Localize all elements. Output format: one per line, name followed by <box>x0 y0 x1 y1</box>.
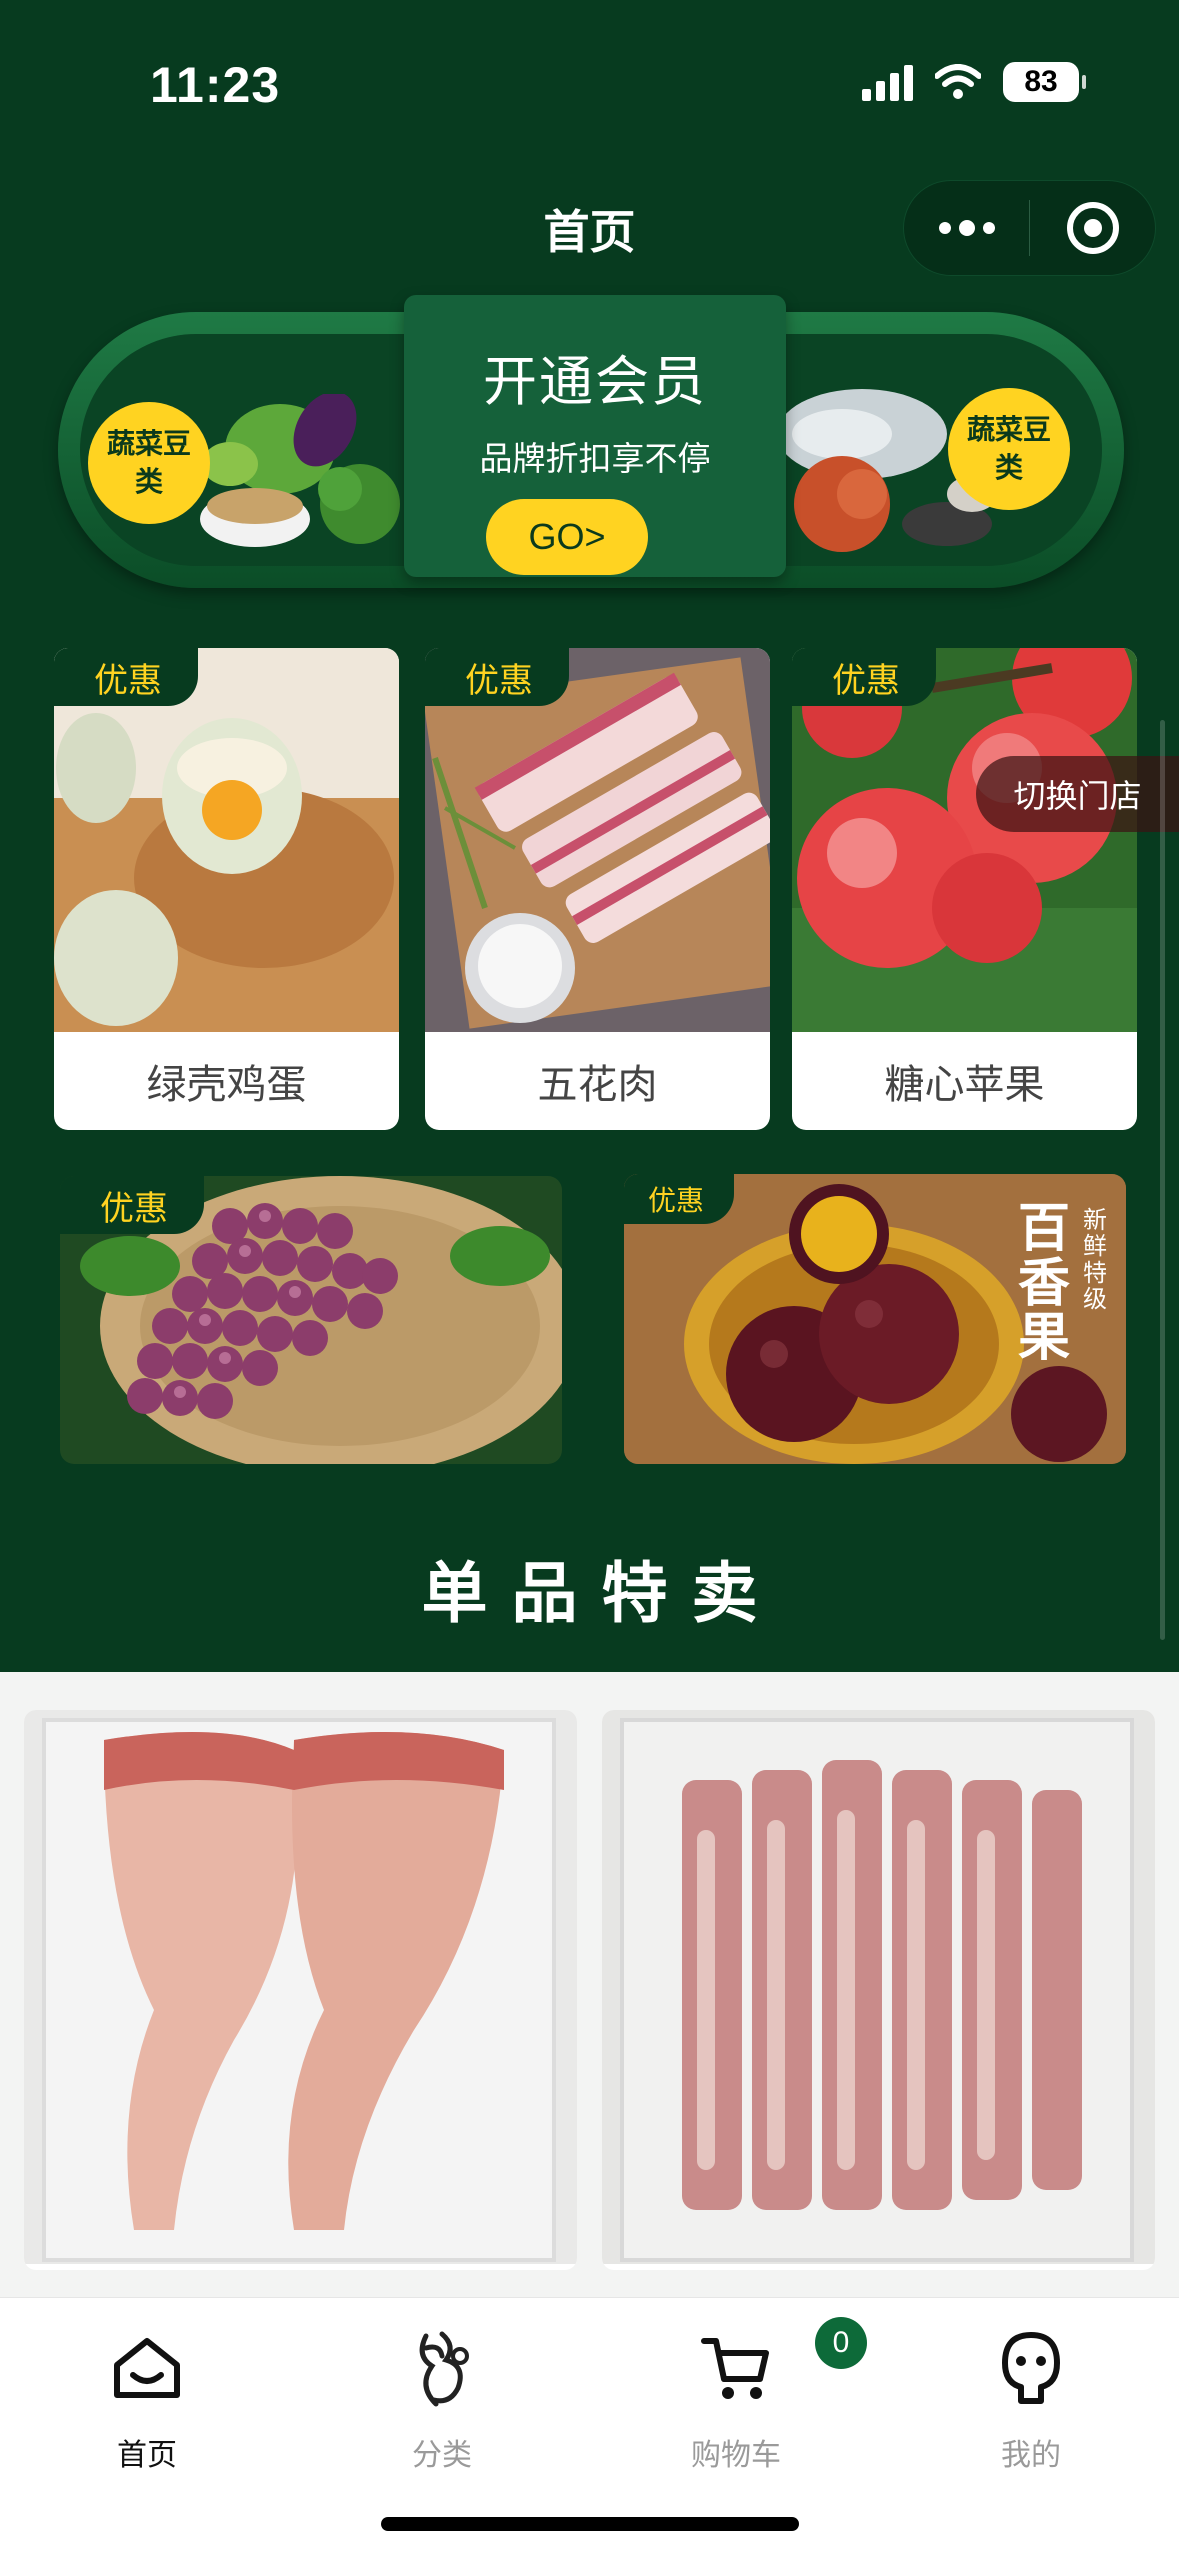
target-icon <box>1066 202 1119 254</box>
tab-cart[interactable]: 购物车 <box>636 2320 836 2474</box>
product-name: 绿壳鸡蛋 <box>146 1063 307 1107</box>
go-button[interactable]: GO> <box>486 499 648 575</box>
member-card: 开通会员 品牌折扣享不停 GO> <box>404 295 786 577</box>
product-card-pork-ribs[interactable] <box>602 1710 1155 2270</box>
tab-label: 购物车 <box>691 2439 781 2472</box>
product-card-pork-belly[interactable]: 优惠 五花肉 <box>425 648 770 1130</box>
product-card-apple[interactable]: 优惠 糖心苹果 <box>792 648 1137 1130</box>
scroll-indicator <box>1160 720 1165 1640</box>
deal-badge: 优惠 <box>60 1176 204 1234</box>
art-text-small: 新鲜特级 <box>1083 1207 1107 1314</box>
tab-label: 分类 <box>412 2439 472 2472</box>
deal-badge: 优惠 <box>792 648 936 706</box>
product-name: 五花肉 <box>537 1063 658 1107</box>
more-button[interactable] <box>904 181 1029 275</box>
category-tag-left[interactable]: 蔬菜豆类 <box>88 402 210 524</box>
deal-badge: 优惠 <box>54 648 198 706</box>
vegetables-image <box>200 394 400 547</box>
deal-badge: 优惠 <box>624 1174 735 1224</box>
switch-store-button[interactable]: 切换门店 <box>976 756 1179 832</box>
cart-count-badge: 0 <box>815 2317 867 2369</box>
status-icons: 83 <box>862 62 1086 102</box>
wifi-icon <box>935 64 981 99</box>
tab-category[interactable]: 分类 <box>342 2320 542 2474</box>
home-icon <box>114 2338 180 2398</box>
art-text-large: 百香果 <box>1017 1200 1070 1368</box>
passion-fruit-art-text: 百香果 新鲜特级 <box>994 1194 1114 1414</box>
product-card-grapes[interactable]: 优惠 <box>60 1176 562 1464</box>
tab-label: 首页 <box>117 2439 177 2472</box>
miniprogram-capsule <box>903 180 1156 276</box>
tab-home[interactable]: 首页 <box>47 2320 247 2474</box>
member-subtitle: 品牌折扣享不停 <box>479 440 711 477</box>
cart-icon <box>701 2338 769 2399</box>
tab-profile[interactable]: 我的 <box>931 2320 1131 2474</box>
product-card-pig-trotters[interactable] <box>24 1710 577 2270</box>
section-title: 单品特卖 <box>421 1556 782 1630</box>
product-name: 糖心苹果 <box>884 1063 1045 1107</box>
category-tag-right[interactable]: 蔬菜豆类 <box>948 388 1070 510</box>
more-icon <box>938 220 995 236</box>
pig-trotters-image <box>24 1710 577 2264</box>
profile-icon <box>1002 2332 1060 2404</box>
pork-ribs-image <box>602 1710 1155 2264</box>
member-title: 开通会员 <box>483 352 707 412</box>
deal-badge: 优惠 <box>425 648 569 706</box>
signal-icon <box>862 63 913 101</box>
category-icon <box>419 2331 469 2407</box>
tab-label: 我的 <box>1001 2439 1061 2472</box>
home-indicator[interactable] <box>381 2517 799 2531</box>
status-time: 11:23 <box>150 57 281 113</box>
product-card-eggs[interactable]: 优惠 绿壳鸡蛋 <box>54 648 399 1130</box>
close-button[interactable] <box>1030 181 1155 275</box>
battery-icon: 83 <box>1003 62 1086 102</box>
product-card-passion-fruit[interactable]: 百香果 新鲜特级 优惠 <box>624 1174 1126 1464</box>
